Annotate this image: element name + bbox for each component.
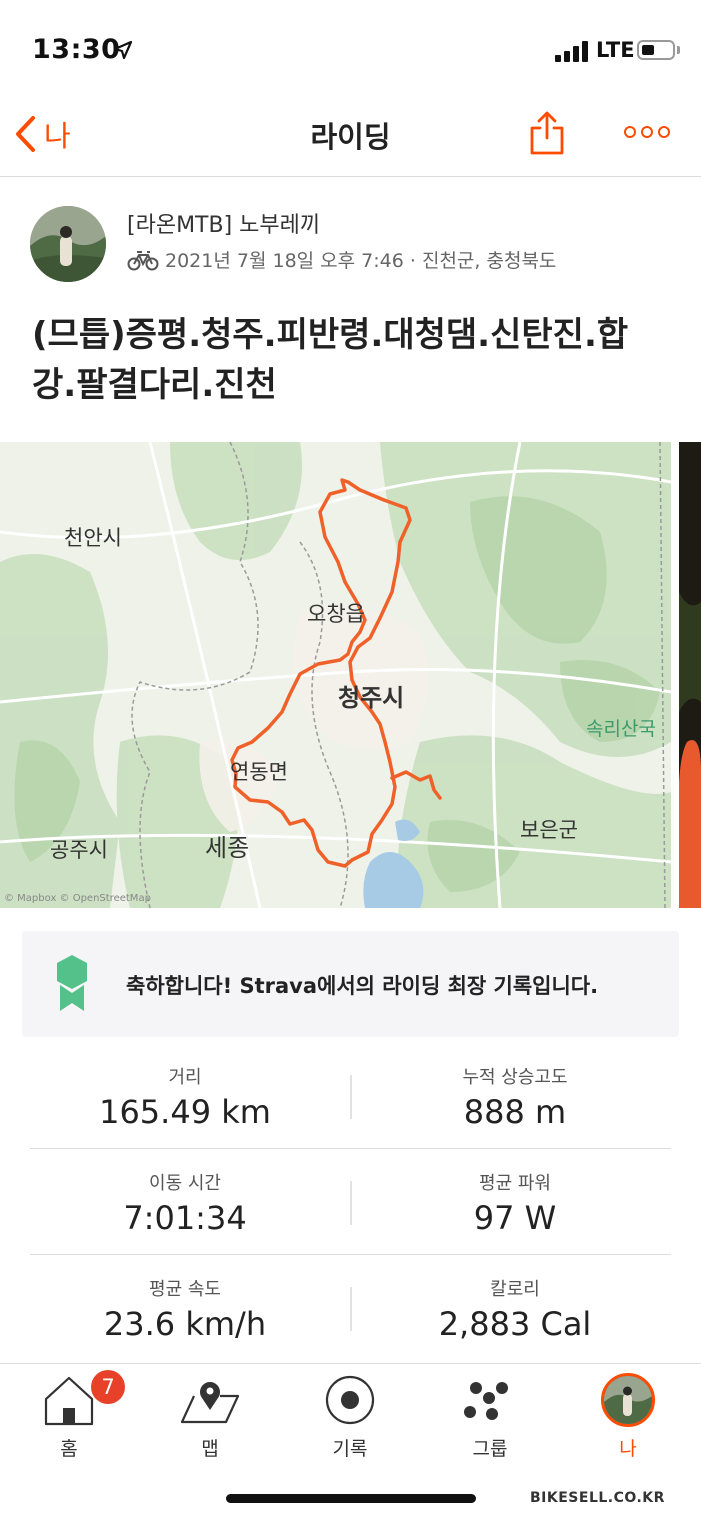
tab-record[interactable]: 기록 xyxy=(300,1370,400,1460)
stat-value: 165.49 km xyxy=(99,1093,271,1131)
record-icon xyxy=(325,1375,375,1425)
tab-record-label: 기록 xyxy=(332,1438,368,1460)
stat-row: 이동 시간 7:01:34 평균 파워 97 W xyxy=(30,1149,671,1255)
status-bar: 13:30 LTE xyxy=(0,0,701,100)
carrier-label: LTE xyxy=(596,38,635,62)
stat-divider xyxy=(350,1075,352,1119)
stat-row: 평균 속도 23.6 km/h 칼로리 2,883 Cal xyxy=(30,1255,671,1361)
battery-icon xyxy=(637,40,675,60)
stat-row: 거리 165.49 km 누적 상승고도 888 m xyxy=(30,1043,671,1149)
stat-divider xyxy=(350,1181,352,1225)
map-label-sejong: 세종 xyxy=(205,834,250,862)
route-map[interactable]: 천안시 오창읍 청주시 속리산국 연동면 세종 공주시 보은군 © Mapbox… xyxy=(0,442,671,908)
activity-meta: 2021년 7월 18일 오후 7:46 · 진천군, 충청북도 xyxy=(127,246,556,273)
athlete-avatar[interactable] xyxy=(30,206,106,282)
stat-label: 평균 파워 xyxy=(479,1173,551,1194)
map-label-gongju: 공주시 xyxy=(50,838,108,862)
medal-icon xyxy=(57,955,87,1011)
more-options-button[interactable] xyxy=(624,124,670,140)
tab-groups[interactable]: 그룹 xyxy=(440,1370,540,1460)
stat-value: 97 W xyxy=(473,1199,557,1237)
activity-title: (므틉)증평.청주.피반령.대청댐.신탄진.합강.팔결다리.진천 xyxy=(32,315,629,405)
tab-map[interactable]: 맵 xyxy=(160,1370,260,1460)
map-label-boeun: 보은군 xyxy=(520,818,578,842)
stat-average-speed: 평균 속도 23.6 km/h xyxy=(30,1255,340,1361)
more-dot-icon xyxy=(658,126,670,138)
stat-label: 칼로리 xyxy=(490,1279,540,1300)
groups-icon xyxy=(464,1382,508,1420)
more-dot-icon xyxy=(641,126,653,138)
location-arrow-icon xyxy=(113,40,133,60)
stat-elevation-gain: 누적 상승고도 888 m xyxy=(360,1043,670,1149)
achievement-text: 축하합니다! Strava에서의 라이딩 최장 기록입니다. xyxy=(126,974,599,998)
stat-label: 이동 시간 xyxy=(149,1173,221,1194)
tab-home-label: 홈 xyxy=(60,1438,78,1460)
more-dot-icon xyxy=(624,126,636,138)
share-icon xyxy=(530,111,564,155)
profile-avatar[interactable] xyxy=(601,1373,655,1427)
nav-bar: 나 라이딩 xyxy=(0,100,701,177)
share-button[interactable] xyxy=(527,110,567,156)
stat-label: 평균 속도 xyxy=(149,1279,221,1300)
status-time: 13:30 xyxy=(32,34,121,65)
home-indicator xyxy=(226,1494,476,1503)
bike-icon xyxy=(127,250,159,270)
map-pin-icon xyxy=(180,1382,240,1424)
tab-map-label: 맵 xyxy=(201,1438,219,1460)
tab-groups-label: 그룹 xyxy=(472,1438,508,1460)
stat-label: 누적 상승고도 xyxy=(462,1067,568,1088)
achievement-banner[interactable]: 축하합니다! Strava에서의 라이딩 최장 기록입니다. xyxy=(22,931,679,1037)
stat-distance: 거리 165.49 km xyxy=(30,1043,340,1149)
activity-date-location: 2021년 7월 18일 오후 7:46 · 진천군, 충청북도 xyxy=(165,250,557,272)
map-label-ochang: 오창읍 xyxy=(307,602,365,626)
stat-label: 거리 xyxy=(168,1067,202,1088)
tab-me-label: 나 xyxy=(619,1438,637,1460)
activity-stats: 거리 165.49 km 누적 상승고도 888 m 이동 시간 7:01:34… xyxy=(30,1043,671,1361)
home-icon xyxy=(44,1376,94,1426)
stat-value: 2,883 Cal xyxy=(438,1305,592,1343)
map-label-cheongju: 청주시 xyxy=(338,684,405,712)
page-title: 라이딩 xyxy=(310,120,391,154)
stat-value: 888 m xyxy=(463,1093,567,1131)
watermark: BIKESELL.CO.KR xyxy=(530,1490,665,1506)
athlete-name[interactable]: [라온MTB] 노부레끼 xyxy=(127,207,320,239)
map-label-cheonan: 천안시 xyxy=(64,526,122,550)
activity-photo-thumbnail[interactable] xyxy=(679,442,701,908)
map-label-songnisan: 속리산국 xyxy=(586,718,656,740)
signal-strength-icon xyxy=(555,40,589,62)
stat-value: 7:01:34 xyxy=(123,1199,247,1237)
stat-average-power: 평균 파워 97 W xyxy=(360,1149,670,1255)
notification-badge: 7 xyxy=(91,1370,125,1404)
stat-value: 23.6 km/h xyxy=(103,1305,267,1343)
stat-moving-time: 이동 시간 7:01:34 xyxy=(30,1149,340,1255)
stat-divider xyxy=(350,1287,352,1331)
stat-calories: 칼로리 2,883 Cal xyxy=(360,1255,670,1361)
map-attribution: © Mapbox © OpenStreetMap xyxy=(4,893,151,904)
map-label-yeondong: 연동면 xyxy=(230,760,288,784)
